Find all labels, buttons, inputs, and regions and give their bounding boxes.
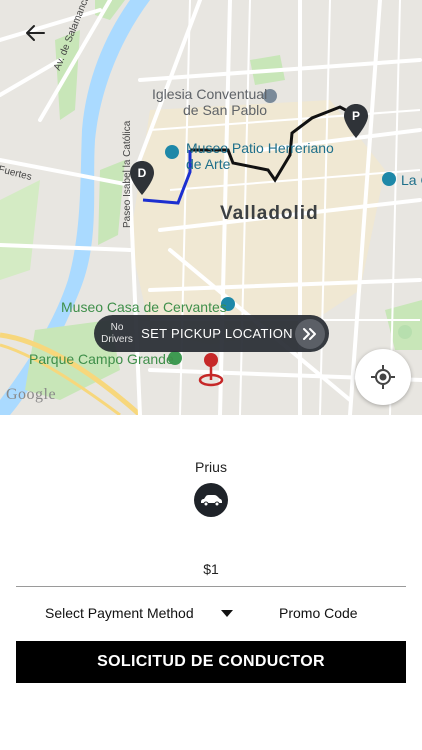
my-location-button[interactable] bbox=[355, 349, 411, 405]
map-label-iglesia: de San Pablo bbox=[183, 102, 268, 118]
my-location-icon bbox=[371, 365, 395, 389]
pickup-pin-letter: P bbox=[352, 109, 360, 123]
pickup-location-marker-icon[interactable] bbox=[197, 352, 225, 388]
destination-pin-letter: D bbox=[138, 166, 147, 180]
map-pin-icon: D bbox=[130, 161, 154, 195]
set-pickup-bar[interactable]: No Drivers SET PICKUP LOCATION bbox=[94, 315, 329, 352]
fare-amount: $1 bbox=[203, 561, 219, 577]
map-label-museo-patio: Museo Patio Herreriano bbox=[186, 140, 334, 156]
google-logo: Google bbox=[6, 386, 57, 403]
set-pickup-confirm-button[interactable] bbox=[295, 318, 325, 349]
destination-pin[interactable]: D bbox=[130, 161, 154, 195]
pickup-pin[interactable]: P bbox=[344, 104, 368, 138]
map-label-museo-patio: de Arte bbox=[186, 156, 231, 172]
back-arrow-icon bbox=[26, 25, 45, 41]
promo-code-button[interactable]: Promo Code bbox=[279, 605, 358, 621]
map-label-la-c: La C bbox=[401, 172, 422, 188]
vehicle-select-button[interactable] bbox=[194, 483, 228, 517]
request-driver-button[interactable]: SOLICITUD DE CONDUCTOR bbox=[16, 641, 406, 683]
chevron-down-icon[interactable] bbox=[221, 610, 233, 617]
fare-divider bbox=[16, 586, 406, 587]
set-pickup-label: SET PICKUP LOCATION bbox=[141, 326, 293, 341]
vehicle-type-label: Prius bbox=[195, 459, 227, 475]
map-pin-icon: P bbox=[344, 104, 368, 138]
map-label-museo-cervantes: Museo Casa de Cervantes bbox=[61, 299, 227, 315]
no-drivers-label: No Drivers bbox=[101, 321, 133, 345]
map-label-parque: Parque Campo Grande bbox=[29, 351, 174, 367]
map-view[interactable]: Av. de Salamanca Fuertes Paseo Isabel la… bbox=[0, 0, 422, 415]
payment-method-select[interactable]: Select Payment Method bbox=[45, 605, 194, 621]
map-label-iglesia: Iglesia Conventual bbox=[152, 86, 268, 102]
car-icon bbox=[201, 495, 222, 507]
double-chevron-right-icon bbox=[303, 327, 316, 340]
map-label-city: Valladolid bbox=[220, 203, 319, 224]
back-button[interactable] bbox=[22, 20, 50, 46]
